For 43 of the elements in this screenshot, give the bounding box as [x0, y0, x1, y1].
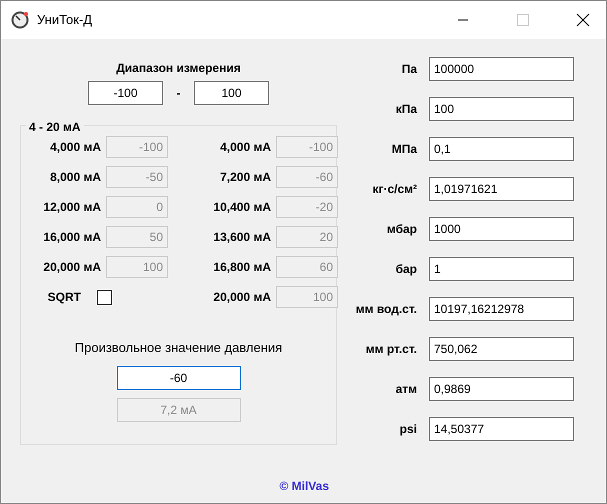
- range-label: Диапазон измерения: [115, 60, 242, 77]
- current-label: 4,000 мА: [219, 139, 272, 156]
- unit-value-field[interactable]: 100: [429, 97, 574, 121]
- range-to-field[interactable]: 100: [194, 81, 269, 105]
- current-label: 16,000 мА: [42, 229, 102, 246]
- unit-value-field[interactable]: 1,01971621: [429, 177, 574, 201]
- unit-label: МПа: [390, 141, 418, 158]
- unit-value-field[interactable]: 1000: [429, 217, 574, 241]
- unit-value-field[interactable]: 10197,16212978: [429, 297, 574, 321]
- sqrt-checkbox[interactable]: [97, 290, 112, 304]
- range-from-field[interactable]: -100: [88, 81, 163, 105]
- current-label: 13,600 мА: [212, 229, 272, 246]
- current-label: 4,000 мА: [49, 139, 102, 156]
- current-label: 20,000 мА: [42, 259, 102, 276]
- current-label: 20,000 мА: [212, 289, 272, 306]
- current-label: 12,000 мА: [42, 199, 102, 216]
- unit-label: мм вод.ст.: [354, 301, 418, 318]
- unit-label: атм: [394, 381, 418, 398]
- gauge-icon: [11, 11, 29, 29]
- unit-label: кг·с/см²: [371, 181, 418, 198]
- copyright-text: © MilVas: [279, 479, 329, 493]
- unit-value-field[interactable]: 1: [429, 257, 574, 281]
- close-icon[interactable]: [576, 13, 590, 27]
- current-label: 7,200 мА: [219, 169, 272, 186]
- current-label: 16,800 мА: [212, 259, 272, 276]
- sqrt-label: SQRT: [46, 289, 82, 306]
- unit-value-field[interactable]: 0,1: [429, 137, 574, 161]
- unit-label: бар: [394, 261, 418, 278]
- unit-label: Па: [400, 61, 418, 78]
- unit-value-field[interactable]: 750,062: [429, 337, 574, 361]
- unit-label: psi: [398, 421, 418, 438]
- dash-text: -: [176, 85, 182, 102]
- unit-label: мм рт.ст.: [364, 341, 418, 358]
- pressure-input[interactable]: -60: [116, 366, 240, 390]
- unit-label: мбар: [386, 221, 418, 238]
- window-title: УниТок-Д: [37, 11, 92, 30]
- unit-value-field[interactable]: 0,9869: [429, 377, 574, 401]
- unit-value-field[interactable]: 100000: [429, 57, 574, 81]
- unit-label: кПа: [394, 101, 418, 118]
- current-label: 10,400 мА: [212, 199, 272, 216]
- unit-value-field[interactable]: 14,50377: [429, 417, 574, 441]
- custom-pressure-label: Произвольное значение давления: [74, 339, 282, 357]
- current-label: 8,000 мА: [49, 169, 102, 186]
